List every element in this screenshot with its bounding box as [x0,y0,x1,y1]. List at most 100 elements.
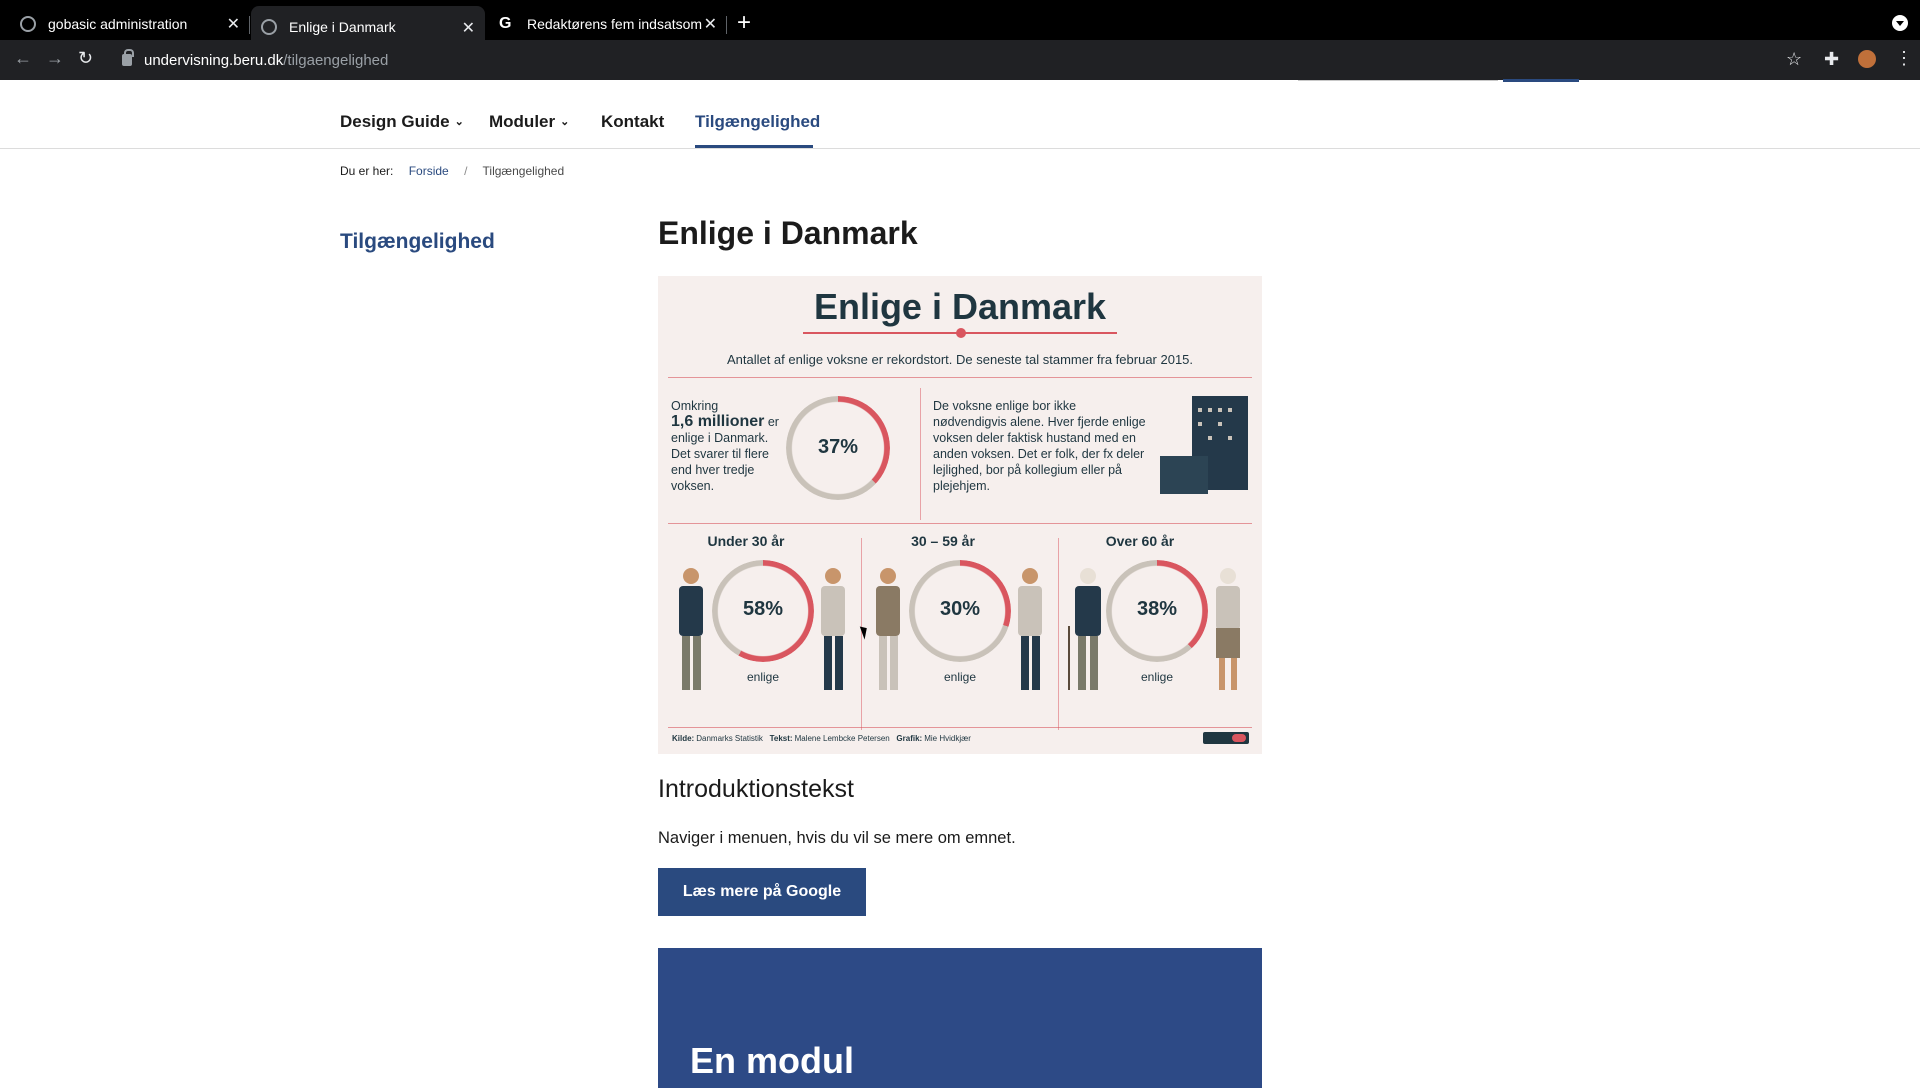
nav-label: Tilgængelighed [695,112,821,131]
person-illustration [821,568,845,690]
divider [668,377,1252,378]
person-illustration [1216,568,1240,690]
address-bar[interactable]: undervisning.beru.dk/tilgaengelighed [108,44,1778,76]
module-title: En modul [690,1040,854,1081]
dr-logo [1203,732,1249,744]
person-illustration [876,568,900,690]
tab-title: Redaktørens fem indsatsområ [527,16,702,32]
google-icon: G [499,15,512,32]
infographic-image: Enlige i Danmark Antallet af enlige voks… [658,276,1262,754]
breadcrumb-home-link[interactable]: Forside [409,164,449,178]
web-page: Design Guide ⌄ Moduler ⌄ Kontakt Tilgængel… [0,79,1920,1088]
house [1160,456,1208,494]
url-path: /tilgaengelighed [283,51,389,69]
window [1218,422,1222,426]
infographic-title: Enlige i Danmark [813,286,1107,327]
under-30-label: enlige [746,670,780,684]
text-label: Tekst: [769,734,793,743]
divider [920,388,921,520]
under-30-percent: 58% [742,598,784,620]
breadcrumb-separator: / [464,164,468,178]
read-more-google-button[interactable]: Læs mere på Google [658,868,866,916]
divider [1058,538,1059,730]
puzzle-icon[interactable]: ✚ [1824,49,1839,70]
globe-icon [20,16,36,32]
tab-gobasic[interactable]: gobasic administration ✕ [20,11,240,37]
tab-divider [249,16,250,34]
close-icon[interactable]: ✕ [704,14,717,34]
left-big-number: 1,6 millioner [671,413,765,430]
intro-heading: Introduktionstekst [658,775,854,803]
graphic-label: Grafik: [896,734,923,743]
breadcrumb-current: Tilgængelighed [482,164,565,178]
window [1198,408,1202,412]
back-icon[interactable]: ← [14,48,32,69]
tab-title: gobasic administration [48,16,188,32]
close-icon[interactable]: ✕ [227,14,240,34]
over-60-label: enlige [1140,670,1174,684]
lock-icon [122,49,134,66]
person-illustration [1018,568,1042,690]
nav-tilgaengelighed[interactable]: Tilgængelighed [695,112,820,132]
title-rule-dot [956,328,966,338]
group-title-under-30: Under 30 år [707,533,785,549]
divider [668,523,1252,524]
sidebar-title[interactable]: Tilgængelighed [340,230,495,254]
page-title: Enlige i Danmark [658,215,918,251]
tab-divider [726,16,727,34]
reload-icon[interactable]: ↻ [78,48,93,69]
text-value: Malene Lembcke Petersen [794,734,890,743]
infographic-left-text: Omkring 1,6 millioner er enlige i Danmar… [671,398,791,494]
nav-label: Kontakt [601,112,665,131]
kebab-icon[interactable]: ⋮ [1895,48,1913,69]
window [1198,422,1202,426]
search-field-edge[interactable] [1298,80,1498,81]
site-navigation: Design Guide ⌄ Moduler ⌄ Kontakt Tilgængel… [0,94,1920,149]
group-title-over-60: Over 60 år [1105,533,1175,549]
overall-percent: 37% [817,436,859,458]
close-icon[interactable]: ✕ [462,18,475,38]
window [1228,436,1232,440]
nav-design-guide[interactable]: Design Guide ⌄ [340,112,464,132]
window [1228,408,1232,412]
source-label: Kilde: [672,734,695,743]
chevron-down-icon: ⌄ [560,116,570,128]
breadcrumb-prefix: Du er her: [340,164,394,178]
forward-icon[interactable]: → [46,48,64,69]
nav-kontakt[interactable]: Kontakt [601,112,664,132]
breadcrumb: Du er her: Forside / Tilgængelighed [340,164,564,178]
window [1208,408,1212,412]
globe-icon [261,19,277,35]
source-value: Danmarks Statistik [696,734,763,743]
active-nav-indicator [695,145,813,148]
tab-redaktoren[interactable]: G Redaktørens fem indsatsområ ✕ [499,11,717,37]
over-60-percent: 38% [1136,598,1178,620]
nav-label: Design Guide [340,112,450,131]
intro-text: Naviger i menuen, hvis du vil se mere om… [658,829,1016,847]
left-intro: Omkring [671,399,719,413]
search-button-edge[interactable] [1503,79,1579,82]
window [1208,436,1212,440]
window [1218,408,1222,412]
person-illustration [679,568,703,690]
browser-toolbar: ← → ↻ undervisning.beru.dk/tilgaengeligh… [0,40,1920,80]
group-title-30-59: 30 – 59 år [911,533,975,549]
divider [668,727,1252,728]
module-banner: En modul [658,948,1262,1088]
url-host: undervisning.beru.dk [144,51,284,69]
star-icon[interactable]: ☆ [1786,49,1802,70]
plus-icon[interactable]: + [737,9,751,37]
infographic-right-text: De voksne enlige bor ikke nødvendigvis a… [933,399,1146,493]
infographic-credits: Kilde: Danmarks Statistik Tekst: Malene Le… [672,734,971,743]
infographic-subtitle: Antallet af enlige voksne er rekordstort… [726,352,1194,367]
nav-moduler[interactable]: Moduler ⌄ [489,112,569,132]
30-59-percent: 30% [939,598,981,620]
chevron-down-icon: ⌄ [454,116,464,128]
avatar[interactable] [1858,50,1876,68]
graphic-value: Mie Hvidkjær [924,734,971,743]
nav-label: Moduler [489,112,556,131]
tab-title: Enlige i Danmark [289,19,396,35]
profile-menu-icon[interactable] [1892,15,1908,31]
30-59-label: enlige [943,670,977,684]
person-illustration [1068,568,1101,690]
